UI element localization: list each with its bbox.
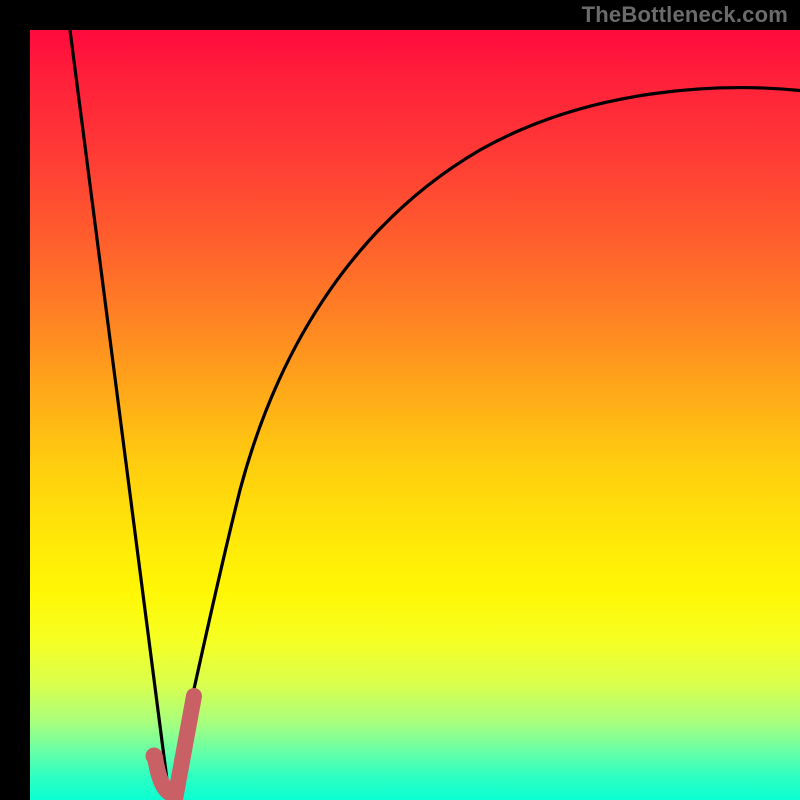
right-branch-curve (169, 88, 800, 793)
plot-area (30, 30, 800, 800)
marker-arm (155, 696, 194, 794)
watermark-text: TheBottleneck.com (582, 2, 788, 28)
chart-frame: TheBottleneck.com (0, 0, 800, 800)
marker-dot (146, 748, 163, 765)
left-branch-curve (70, 30, 169, 792)
curve-layer (30, 30, 800, 800)
